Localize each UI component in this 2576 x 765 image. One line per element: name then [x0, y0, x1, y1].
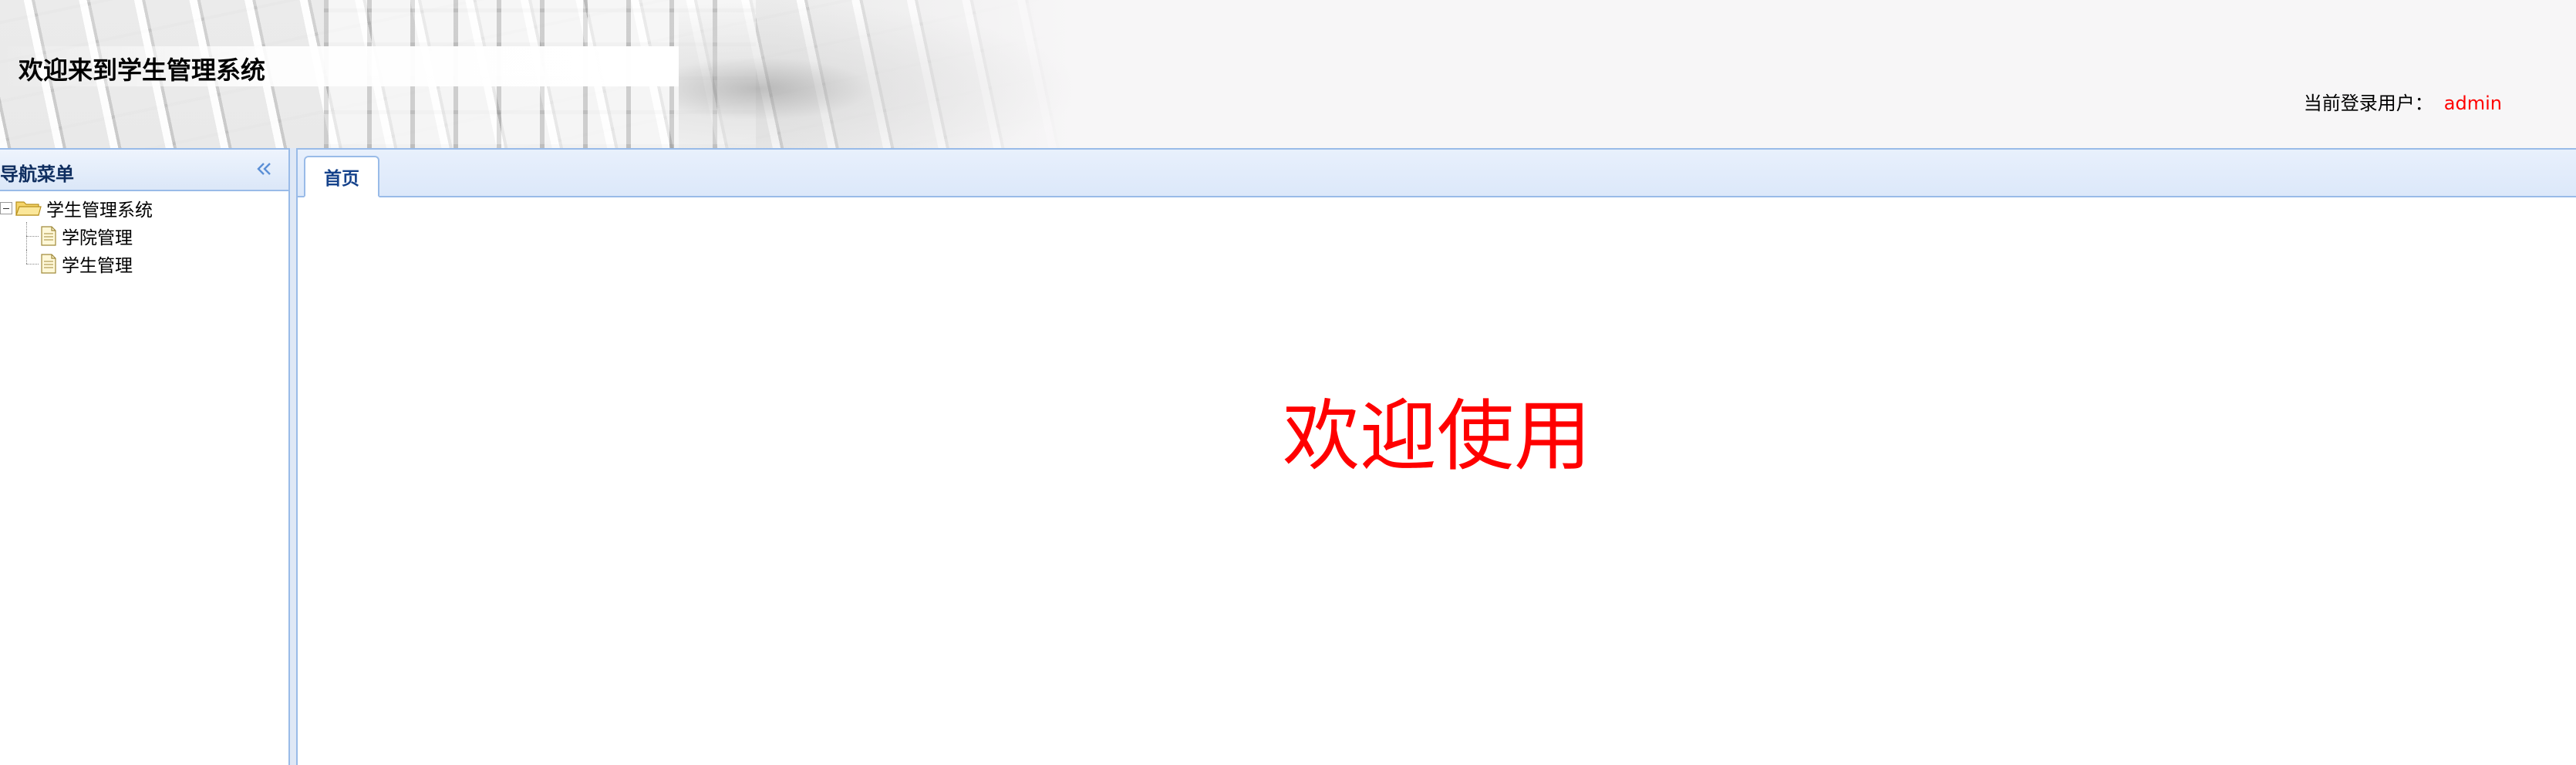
collapse-panel-button[interactable]	[253, 157, 276, 180]
document-icon	[40, 226, 57, 246]
navigation-panel: 导航菜单 学生管理系统 学院管理 学生管理	[0, 148, 290, 765]
tree-node-label: 学生管理	[62, 256, 133, 276]
document-icon	[40, 254, 57, 274]
current-user-info: 当前登录用户： admin	[2304, 88, 2502, 115]
navigation-tree: 学生管理系统 学院管理 学生管理	[0, 191, 288, 278]
tree-node-student-management[interactable]: 学生管理	[0, 250, 288, 278]
folder-open-icon	[15, 199, 42, 217]
panel-splitter[interactable]	[290, 148, 298, 765]
tree-node-label: 学院管理	[62, 228, 133, 248]
tab-strip: 首页	[298, 150, 2576, 197]
main-content-area: 首页 欢迎使用	[298, 148, 2576, 765]
navigation-panel-title: 导航菜单	[0, 163, 74, 185]
tree-connector	[26, 264, 39, 265]
current-user-name: admin	[2443, 93, 2502, 114]
double-chevron-left-icon	[257, 163, 271, 175]
tree-node-label: 学生管理系统	[46, 201, 153, 221]
app-title: 欢迎来到学生管理系统	[19, 56, 266, 85]
collapse-node-toggle[interactable]	[0, 202, 12, 214]
tree-connector	[26, 250, 27, 264]
navigation-panel-header: 导航菜单	[0, 150, 288, 191]
tab-home[interactable]: 首页	[304, 156, 379, 197]
tree-node-root[interactable]: 学生管理系统	[0, 194, 288, 222]
current-user-label: 当前登录用户：	[2303, 93, 2433, 114]
app-header: 欢迎来到学生管理系统 当前登录用户： admin	[0, 0, 2576, 148]
welcome-message: 欢迎使用	[1283, 391, 1591, 481]
tree-node-college-management[interactable]: 学院管理	[0, 222, 288, 250]
tree-connector	[26, 236, 39, 237]
